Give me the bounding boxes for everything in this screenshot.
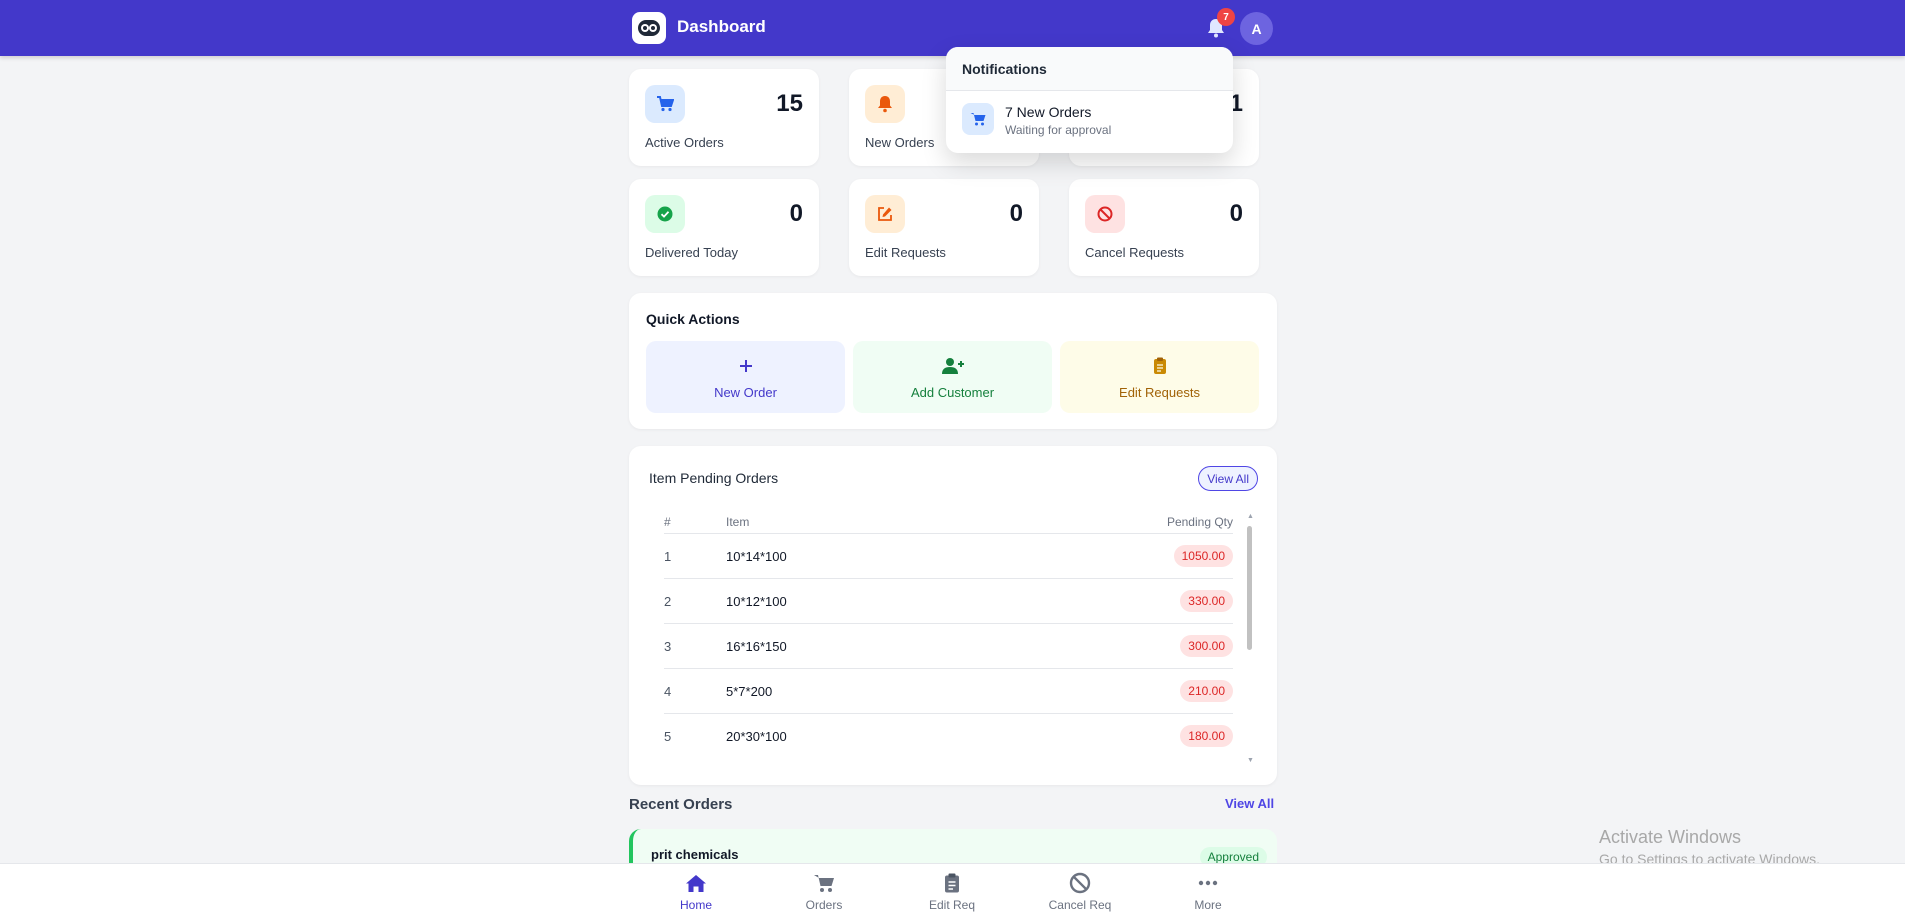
user-plus-icon <box>941 355 965 377</box>
stat-card-active-orders[interactable]: 15 Active Orders <box>629 69 819 166</box>
notification-item[interactable]: 7 New Orders Waiting for approval <box>946 91 1233 153</box>
windows-activation-title: Activate Windows <box>1599 827 1742 847</box>
notifications-dropdown: Notifications 7 New Orders Waiting for a… <box>946 47 1233 153</box>
nav-item-orders[interactable]: Orders <box>779 872 869 912</box>
quick-actions-panel: Quick Actions New Order Add Customer Edi… <box>629 293 1277 429</box>
notifications-title: Notifications <box>946 47 1233 91</box>
stat-value: 0 <box>1009 200 1023 227</box>
notification-count-badge: 7 <box>1217 8 1235 26</box>
edit-requests-button[interactable]: Edit Requests <box>1060 341 1259 413</box>
stat-value: 0 <box>789 200 803 227</box>
notification-subtitle: Waiting for approval <box>1005 123 1112 137</box>
clipboard-icon <box>944 872 960 894</box>
nav-label: Home <box>679 898 712 912</box>
stat-value: 15 <box>776 90 803 117</box>
recent-view-all-link[interactable]: View All <box>1225 796 1274 811</box>
new-order-button[interactable]: New Order <box>646 341 845 413</box>
stat-card-delivered-today[interactable]: 0 Delivered Today <box>629 179 819 276</box>
ban-icon <box>1069 872 1091 894</box>
row-item: 20*30*100 <box>726 729 787 744</box>
nav-label: Cancel Req <box>1048 898 1112 912</box>
bell-icon <box>865 85 905 123</box>
column-header: Item <box>726 515 750 529</box>
scroll-down-icon[interactable]: ▼ <box>1247 757 1254 764</box>
logo-icon <box>638 20 660 36</box>
nav-item-cancel-req[interactable]: Cancel Req <box>1035 872 1125 912</box>
column-header: Pending Qty <box>1166 515 1233 529</box>
clipboard-icon <box>1153 355 1167 377</box>
row-item: 10*12*100 <box>726 594 787 609</box>
pending-qty-badge: 180.00 <box>1180 725 1233 747</box>
page-title: Dashboard <box>677 17 766 36</box>
pending-orders-panel: Item Pending Orders View All # Item Pend… <box>629 446 1277 785</box>
notification-title: 7 New Orders <box>1005 104 1092 120</box>
new-order-label: New Order <box>714 384 777 400</box>
ban-icon <box>1085 195 1125 233</box>
add-customer-button[interactable]: Add Customer <box>853 341 1052 413</box>
row-item: 5*7*200 <box>726 684 773 699</box>
table-row[interactable]: 2 10*12*100 330.00 <box>664 579 1233 624</box>
row-number: 4 <box>664 684 672 699</box>
table-row[interactable]: 3 16*16*150 300.00 <box>664 624 1233 669</box>
order-customer-name: prit chemicals <box>651 847 739 862</box>
stat-value: 0 <box>1229 200 1243 227</box>
bottom-nav: Home Orders Edit Req Cancel Req More <box>0 863 1905 918</box>
pending-orders-table: # Item Pending Qty 1 10*14*100 1050.00 2… <box>664 510 1233 759</box>
table-row[interactable]: 4 5*7*200 210.00 <box>664 669 1233 714</box>
nav-item-home[interactable]: Home <box>651 872 741 912</box>
pending-qty-badge: 300.00 <box>1180 635 1233 657</box>
avatar[interactable]: A <box>1240 12 1273 45</box>
scroll-up-icon[interactable]: ▲ <box>1247 513 1254 520</box>
check-circle-icon <box>645 195 685 233</box>
stat-label: New Orders <box>865 135 935 150</box>
nav-item-edit-req[interactable]: Edit Req <box>907 872 997 912</box>
scroll-thumb[interactable] <box>1247 526 1252 650</box>
stat-label: Active Orders <box>645 135 724 150</box>
app-logo[interactable] <box>632 12 666 44</box>
home-icon <box>685 872 707 894</box>
recent-orders-title: Recent Orders <box>629 796 733 813</box>
edit-requests-label: Edit Requests <box>1119 384 1200 400</box>
table-row[interactable]: 5 20*30*100 180.00 <box>664 714 1233 759</box>
row-number: 1 <box>664 549 672 564</box>
table-scrollbar[interactable]: ▲ ▼ <box>1247 513 1254 764</box>
stat-label: Cancel Requests <box>1085 245 1184 260</box>
pending-qty-badge: 210.00 <box>1180 680 1233 702</box>
quick-actions-title: Quick Actions <box>646 311 740 327</box>
nav-label: Edit Req <box>928 898 976 912</box>
pending-view-all-button[interactable]: View All <box>1198 466 1258 491</box>
pending-qty-badge: 1050.00 <box>1173 545 1233 567</box>
add-customer-label: Add Customer <box>910 384 995 400</box>
pending-orders-title: Item Pending Orders <box>649 470 779 486</box>
row-number: 5 <box>664 729 672 744</box>
nav-label: More <box>1194 898 1222 912</box>
row-number: 2 <box>664 594 672 609</box>
row-number: 3 <box>664 639 672 654</box>
row-item: 10*14*100 <box>726 549 787 564</box>
more-icon <box>1198 872 1218 894</box>
edit-icon <box>865 195 905 233</box>
cart-icon <box>645 85 685 123</box>
row-item: 16*16*150 <box>726 639 787 654</box>
stat-label: Edit Requests <box>865 245 946 260</box>
nav-label: Orders <box>805 898 843 912</box>
nav-item-more[interactable]: More <box>1163 872 1253 912</box>
table-row[interactable]: 1 10*14*100 1050.00 <box>664 534 1233 579</box>
cart-icon <box>813 872 835 894</box>
cart-icon <box>962 103 994 135</box>
pending-qty-badge: 330.00 <box>1180 590 1233 612</box>
plus-icon <box>738 355 754 377</box>
stat-card-edit-requests[interactable]: 0 Edit Requests <box>849 179 1039 276</box>
stat-label: Delivered Today <box>645 245 738 260</box>
column-header: # <box>664 515 671 529</box>
stat-card-cancel-requests[interactable]: 0 Cancel Requests <box>1069 179 1259 276</box>
table-header: # Item Pending Qty <box>664 510 1233 534</box>
